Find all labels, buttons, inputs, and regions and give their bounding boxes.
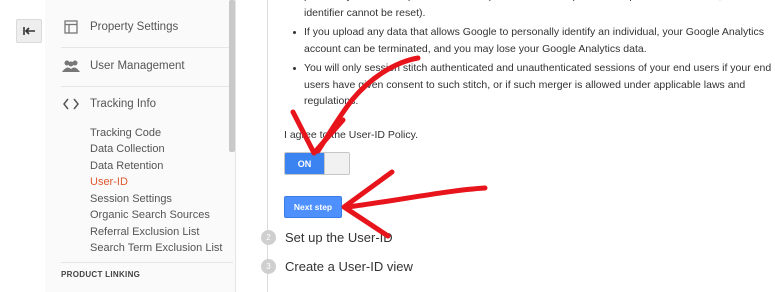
- sidebar-item-user-management[interactable]: User Management: [61, 60, 185, 72]
- policy-bullet-list: personally identifies a particular devic…: [293, 0, 775, 113]
- people-icon: [61, 60, 81, 72]
- sidebar-subitem-user-id[interactable]: User-ID: [90, 174, 128, 190]
- step-create-user-id-view[interactable]: 3 Create a User-ID view: [261, 259, 413, 274]
- policy-bullet: You will only session stitch authenticat…: [293, 60, 775, 110]
- sidebar-scrollbar[interactable]: [229, 0, 235, 152]
- policy-bullet: personally identifies a particular devic…: [304, 0, 775, 21]
- main-content: personally identifies a particular devic…: [236, 0, 775, 292]
- product-linking-heading: PRODUCT LINKING: [61, 270, 141, 279]
- step-set-up-user-id[interactable]: 2 Set up the User-ID: [261, 230, 393, 245]
- sidebar-subitem-referral-exclusion-list[interactable]: Referral Exclusion List: [90, 224, 199, 240]
- window-icon: [61, 20, 81, 34]
- back-arrow-icon: [23, 27, 35, 35]
- sidebar-item-label: Tracking Info: [90, 98, 157, 110]
- left-gutter: [0, 0, 45, 292]
- sidebar-item-property-settings[interactable]: Property Settings: [61, 20, 178, 34]
- policy-agree-toggle[interactable]: ON: [284, 152, 350, 175]
- next-step-button[interactable]: Next step: [284, 196, 342, 218]
- code-icon: [61, 98, 81, 110]
- sidebar-item-tracking-info[interactable]: Tracking Info: [61, 98, 156, 110]
- toggle-knob: [324, 153, 349, 174]
- sidebar-subitem-organic-search-sources[interactable]: Organic Search Sources: [90, 207, 210, 223]
- sidebar-subitem-session-settings[interactable]: Session Settings: [90, 191, 172, 207]
- step-label: Set up the User-ID: [285, 230, 393, 245]
- back-button[interactable]: [16, 19, 42, 43]
- sidebar: Property Settings User Management Tracki…: [45, 0, 236, 292]
- step-number-badge: 2: [261, 230, 276, 245]
- sidebar-subitem-data-collection[interactable]: Data Collection: [90, 141, 165, 157]
- sidebar-item-label: Property Settings: [90, 21, 179, 33]
- step-label: Create a User-ID view: [285, 259, 413, 274]
- toggle-on-label: ON: [285, 153, 324, 174]
- sidebar-item-label: User Management: [90, 60, 185, 72]
- policy-agree-text: I agree to the User-ID Policy.: [284, 129, 419, 141]
- step-number-badge: 3: [261, 259, 276, 274]
- step-connector-line: [267, 0, 268, 292]
- divider: [61, 86, 233, 87]
- sidebar-subitem-tracking-code[interactable]: Tracking Code: [90, 125, 161, 141]
- policy-bullet: If you upload any data that allows Googl…: [293, 24, 775, 57]
- sidebar-subitem-data-retention[interactable]: Data Retention: [90, 158, 163, 174]
- divider: [61, 262, 233, 263]
- divider: [61, 47, 233, 48]
- sidebar-subitem-search-term-exclusion-list[interactable]: Search Term Exclusion List: [90, 240, 222, 256]
